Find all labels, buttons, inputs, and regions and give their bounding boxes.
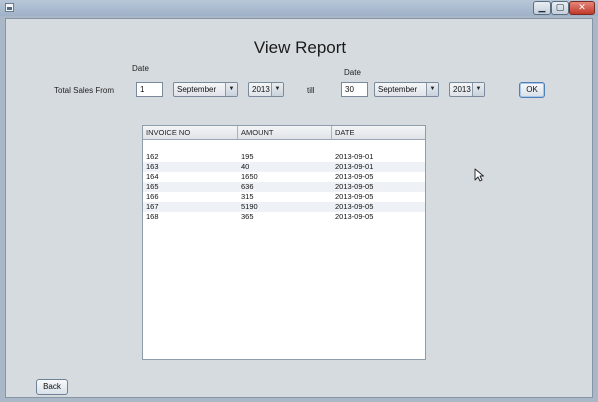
date-cell: 2013-09-05: [335, 172, 374, 181]
to-month-value: September: [378, 85, 418, 94]
total-sales-from-label: Total Sales From: [54, 86, 115, 95]
amount-cell: 40: [241, 162, 250, 171]
table-row[interactable]: 162 195 2013-09-01: [143, 152, 425, 162]
table-row[interactable]: 165 636 2013-09-05: [143, 182, 425, 192]
chevron-down-icon[interactable]: ▼: [472, 83, 484, 96]
to-year-select[interactable]: 2013 ▼: [449, 82, 485, 97]
table-row[interactable]: 163 40 2013-09-01: [143, 162, 425, 172]
date-cell: 2013-09-05: [335, 212, 374, 221]
ok-button[interactable]: OK: [519, 82, 545, 98]
column-header-amount[interactable]: AMOUNT: [238, 126, 332, 139]
amount-cell: 1650: [241, 172, 258, 181]
table-row[interactable]: 164 1650 2013-09-05: [143, 172, 425, 182]
invoice-no-cell: 166: [146, 192, 159, 201]
date-cell: 2013-09-01: [335, 152, 374, 161]
to-date-label: Date: [344, 68, 361, 77]
table-row[interactable]: 167 5190 2013-09-05: [143, 202, 425, 212]
maximize-button[interactable]: ▢: [551, 1, 569, 15]
from-date-label: Date: [132, 64, 149, 73]
amount-cell: 5190: [241, 202, 258, 211]
chevron-down-icon[interactable]: ▼: [225, 83, 237, 96]
from-month-select[interactable]: September ▼: [173, 82, 238, 97]
chevron-down-icon[interactable]: ▼: [271, 83, 283, 96]
amount-cell: 365: [241, 212, 254, 221]
to-day-field[interactable]: 30: [341, 82, 368, 97]
date-cell: 2013-09-05: [335, 192, 374, 201]
app-icon: [5, 3, 14, 12]
date-cell: 2013-09-05: [335, 202, 374, 211]
chevron-down-icon[interactable]: ▼: [426, 83, 438, 96]
mouse-cursor-icon: [474, 168, 484, 182]
invoice-no-cell: 168: [146, 212, 159, 221]
back-button[interactable]: Back: [36, 379, 68, 395]
invoice-no-cell: 165: [146, 182, 159, 191]
page-title: View Report: [253, 38, 347, 57]
till-label: till: [307, 86, 315, 95]
invoice-no-cell: 167: [146, 202, 159, 211]
amount-cell: 636: [241, 182, 254, 191]
from-year-select[interactable]: 2013 ▼: [248, 82, 284, 97]
invoice-no-cell: 162: [146, 152, 159, 161]
table-row[interactable]: 166 315 2013-09-05: [143, 192, 425, 202]
invoice-no-cell: 164: [146, 172, 159, 181]
column-header-invoice-no[interactable]: INVOICE NO: [143, 126, 238, 139]
amount-cell: 315: [241, 192, 254, 201]
amount-cell: 195: [241, 152, 254, 161]
column-header-date[interactable]: DATE: [332, 126, 425, 139]
date-cell: 2013-09-01: [335, 162, 374, 171]
window-titlebar: ▁ ▢ ✕: [0, 0, 598, 16]
date-cell: 2013-09-05: [335, 182, 374, 191]
minimize-button[interactable]: ▁: [533, 1, 551, 15]
invoice-no-cell: 163: [146, 162, 159, 171]
from-month-value: September: [177, 85, 217, 94]
from-year-value: 2013: [252, 85, 270, 94]
from-day-field[interactable]: 1: [136, 82, 163, 97]
invoice-table[interactable]: INVOICE NO AMOUNT DATE 162 195 2013-09-0…: [142, 125, 426, 360]
table-row[interactable]: 168 365 2013-09-05: [143, 212, 425, 222]
table-header: INVOICE NO AMOUNT DATE: [143, 126, 425, 140]
to-year-value: 2013: [453, 85, 471, 94]
close-button[interactable]: ✕: [569, 1, 595, 15]
to-month-select[interactable]: September ▼: [374, 82, 439, 97]
